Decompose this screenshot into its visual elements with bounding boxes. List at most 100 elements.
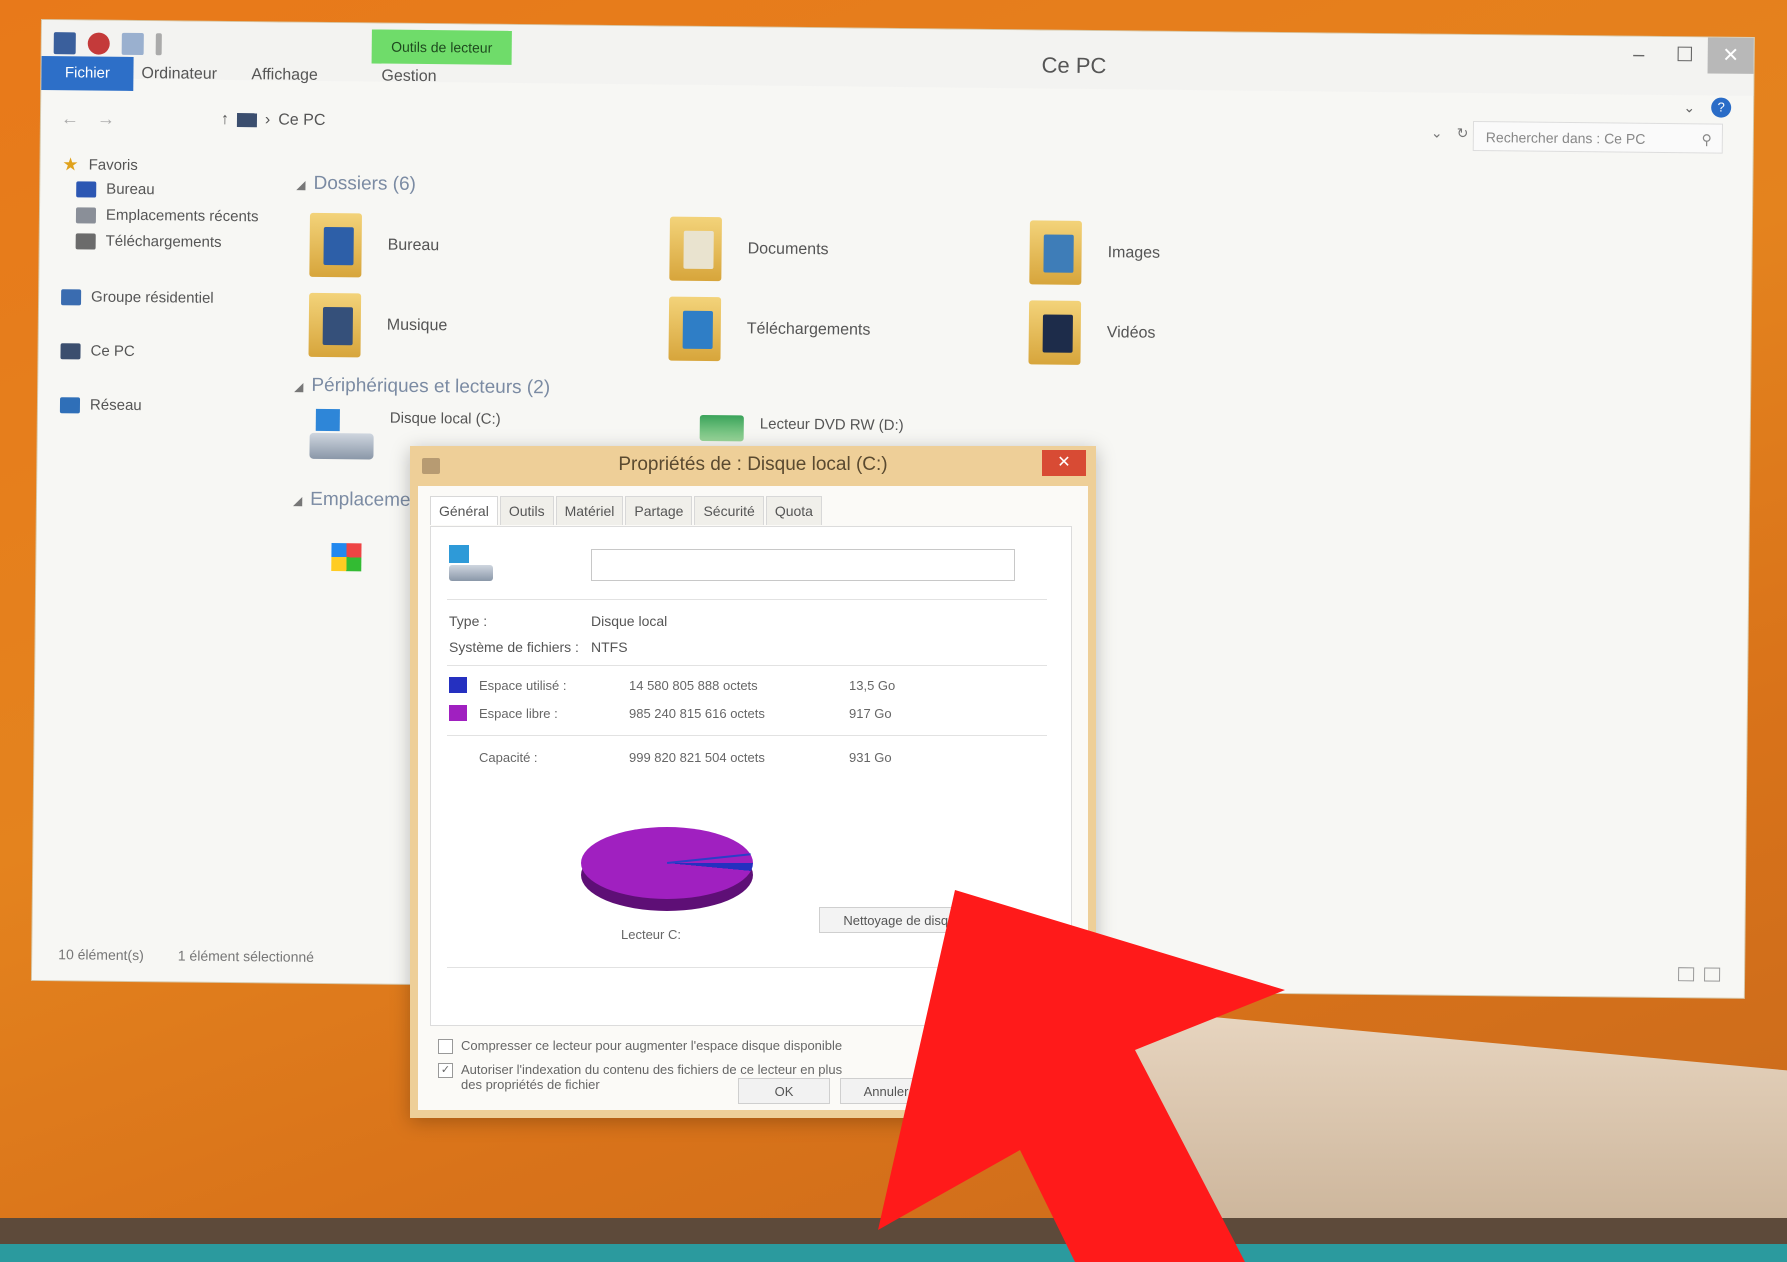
divider [447, 665, 1047, 666]
breadcrumb-this-pc[interactable]: Ce PC [278, 106, 325, 134]
tab-tools[interactable]: Outils [499, 496, 554, 525]
sidebar-item-favorites[interactable]: ★ Favoris [62, 154, 138, 176]
sidebar-item-downloads[interactable]: Téléchargements [75, 232, 222, 251]
sidebar-item-label: Téléchargements [105, 232, 222, 251]
status-bar: 10 élément(s) 1 élément sélectionné [58, 946, 314, 965]
capacity-bytes: 999 820 821 504 octets [629, 750, 765, 765]
folder-item-downloads[interactable]: Téléchargements [668, 296, 871, 363]
index-checkbox[interactable]: ✓ [438, 1063, 453, 1078]
drive-caption: Lecteur C: [621, 927, 681, 942]
network-location-item[interactable] [326, 543, 366, 583]
collapse-triangle-icon[interactable]: ◢ [296, 178, 305, 192]
compress-label: Compresser ce lecteur pour augmenter l'e… [461, 1038, 843, 1053]
refresh-icon[interactable]: ↻ [1457, 125, 1469, 142]
maximize-button[interactable]: ☐ [1662, 37, 1708, 73]
breadcrumb-separator-icon: › [264, 111, 271, 129]
collapse-triangle-icon[interactable]: ◢ [294, 380, 303, 394]
sidebar-item-label: Favoris [88, 156, 138, 175]
address-bar[interactable]: ↑ › Ce PC [221, 106, 1436, 147]
music-folder-icon [308, 292, 362, 358]
tab-quota[interactable]: Quota [765, 496, 822, 525]
used-space-label: Espace utilisé : [479, 678, 567, 693]
group-header-devices[interactable]: ◢ Périphériques et lecteurs (2) [294, 375, 550, 400]
used-space-swatch [449, 677, 467, 693]
sidebar-item-this-pc[interactable]: Ce PC [60, 342, 135, 360]
drive-name-input[interactable] [591, 549, 1015, 581]
monitor-edge [0, 1244, 1787, 1262]
tab-general[interactable]: Général [430, 496, 498, 525]
close-button[interactable]: ✕ [1707, 37, 1754, 74]
tab-file[interactable]: Fichier [41, 55, 134, 91]
properties-icon[interactable] [87, 32, 110, 55]
homegroup-icon [61, 288, 82, 305]
sidebar-item-desktop[interactable]: Bureau [76, 180, 155, 198]
folder-item-music[interactable]: Musique [308, 292, 448, 358]
group-header-folders[interactable]: ◢ Dossiers (6) [296, 173, 416, 196]
forward-arrow-icon[interactable]: → [97, 109, 115, 130]
downloads-icon [75, 232, 96, 250]
ok-button[interactable]: OK [738, 1078, 830, 1104]
general-panel: Type : Disque local Système de fichiers … [430, 526, 1072, 1026]
computer-icon[interactable] [53, 32, 76, 55]
status-item-count: 10 élément(s) [58, 946, 144, 964]
search-input[interactable]: Rechercher dans : Ce PC ⚲ [1472, 120, 1724, 154]
free-space-label: Espace libre : [479, 706, 558, 721]
cancel-button[interactable]: Annuler [840, 1078, 932, 1104]
folder-item-documents[interactable]: Documents [669, 216, 829, 283]
dialog-title: Propriétés de : Disque local (C:) [618, 454, 888, 475]
sidebar-item-label: Réseau [89, 396, 142, 415]
dialog-close-button[interactable]: ✕ [1042, 450, 1086, 476]
tab-hardware[interactable]: Matériel [555, 496, 624, 525]
details-view-icon[interactable] [1678, 967, 1695, 982]
folder-label: Téléchargements [746, 320, 871, 339]
dialog-title-bar: Propriétés de : Disque local (C:) ✕ [410, 446, 1096, 486]
up-arrow-icon[interactable]: ↑ [221, 106, 229, 134]
tab-sharing[interactable]: Partage [625, 496, 693, 525]
folder-label: Bureau [387, 236, 440, 255]
customize-toolbar-icon[interactable] [155, 33, 162, 56]
tab-manage[interactable]: Gestion [381, 68, 436, 87]
chevron-down-icon[interactable]: ⌄ [1683, 99, 1695, 116]
compress-option[interactable]: Compresser ce lecteur pour augmenter l'e… [438, 1038, 1058, 1054]
divider [447, 967, 1047, 968]
filesystem-value: NTFS [591, 639, 628, 655]
large-icons-view-icon[interactable] [1704, 967, 1721, 982]
capacity-label: Capacité : [479, 750, 538, 765]
tab-security[interactable]: Sécurité [694, 496, 764, 525]
sidebar-item-homegroup[interactable]: Groupe résidentiel [61, 288, 214, 307]
collapse-triangle-icon[interactable]: ◢ [293, 494, 302, 508]
minimize-button[interactable]: – [1616, 36, 1662, 72]
desk-surface [1030, 1000, 1787, 1220]
sidebar-item-network[interactable]: Réseau [59, 396, 142, 415]
tab-computer[interactable]: Ordinateur [141, 65, 217, 84]
tab-view[interactable]: Affichage [251, 66, 318, 85]
dialog-body: Général Outils Matériel Partage Sécurité… [418, 486, 1088, 1110]
folder-label: Images [1107, 244, 1161, 262]
sidebar-item-label: Groupe résidentiel [91, 288, 214, 307]
sidebar-item-label: Emplacements récents [105, 206, 259, 226]
navigation-pane: ★ Favoris Bureau Emplacements récents Té… [59, 150, 269, 414]
dialog-buttons: OK Annuler [738, 1078, 932, 1104]
network-icon [59, 396, 81, 413]
folder-item-pictures[interactable]: Images [1029, 220, 1160, 285]
windows-flag-icon [331, 543, 362, 572]
drive-item-dvd[interactable]: Lecteur DVD RW (D:) [699, 414, 904, 443]
used-space-row: Espace utilisé : 14 580 805 888 octets 1… [449, 675, 1049, 697]
new-folder-icon[interactable] [121, 32, 144, 56]
free-space-row: Espace libre : 985 240 815 616 octets 91… [449, 703, 1049, 725]
sidebar-item-recent[interactable]: Emplacements récents [75, 206, 259, 226]
back-arrow-icon[interactable]: ← [61, 108, 79, 129]
star-icon: ★ [62, 154, 79, 175]
compress-checkbox[interactable] [438, 1039, 453, 1054]
computer-icon [236, 113, 258, 128]
search-icon[interactable]: ⚲ [1701, 124, 1712, 154]
free-space-swatch [449, 705, 467, 721]
folder-label: Vidéos [1106, 324, 1156, 342]
free-space-bytes: 985 240 815 616 octets [629, 706, 765, 721]
folder-label: Musique [386, 316, 448, 335]
computer-icon [60, 342, 81, 359]
chevron-down-icon[interactable]: ⌄ [1431, 125, 1443, 142]
disk-cleanup-button[interactable]: Nettoyage de disque [819, 907, 987, 933]
folder-item-desktop[interactable]: Bureau [309, 212, 440, 278]
folder-item-videos[interactable]: Vidéos [1028, 300, 1156, 365]
